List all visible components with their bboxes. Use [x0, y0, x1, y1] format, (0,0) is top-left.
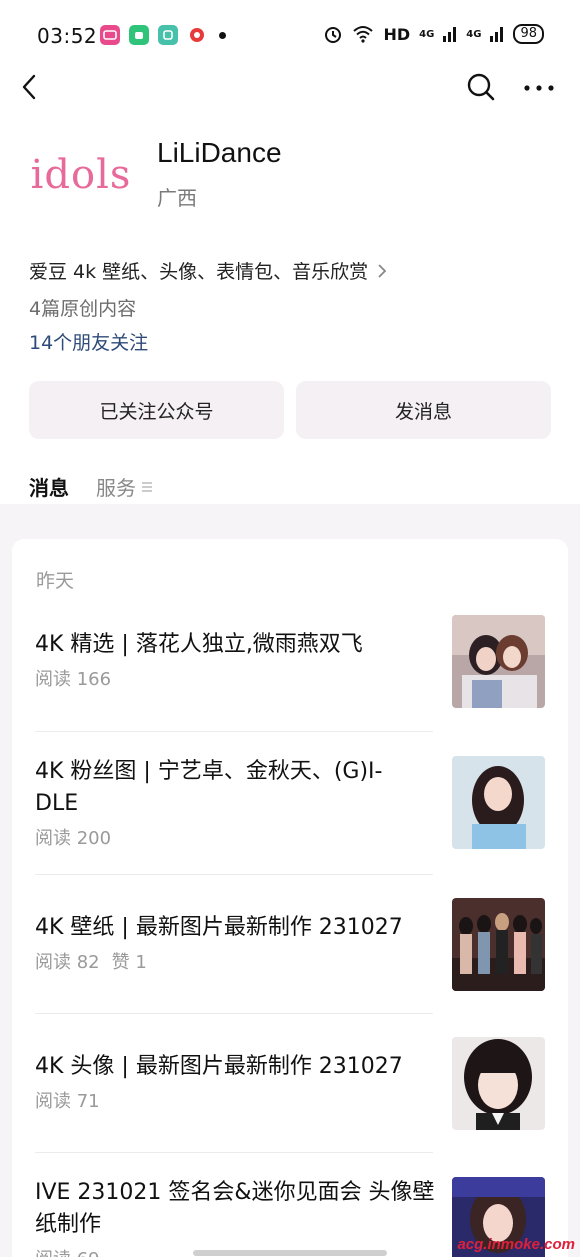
system-icons: HD 4G 4G 98 — [323, 24, 544, 44]
back-icon[interactable] — [18, 72, 42, 102]
article-divider — [35, 874, 433, 875]
article-divider — [35, 731, 433, 732]
article-reads: 阅读 82 — [35, 952, 100, 973]
signal-4g-label: 4G — [419, 28, 435, 40]
article-title: IVE 231021 签名会&迷你见面会 头像壁纸制作 — [35, 1180, 435, 1237]
hd-indicator: HD — [383, 24, 411, 44]
alarm-icon — [325, 27, 342, 43]
description-text: 爱豆 4k 壁纸、头像、表情包、音乐欣赏 — [29, 261, 369, 283]
article-title: 4K 头像 | 最新图片最新制作 231027 — [35, 1054, 403, 1079]
account-name: LiLiDance — [157, 137, 282, 168]
more-notifications-dot — [219, 31, 226, 39]
article-reads: 阅读 69 — [35, 1245, 100, 1257]
article-thumbnail — [452, 615, 545, 708]
home-indicator[interactable] — [193, 1250, 387, 1256]
signal-icon — [443, 27, 457, 42]
send-message-button[interactable]: 发消息 — [296, 381, 551, 439]
app-notification-icon — [129, 25, 149, 45]
friends-following-link[interactable]: 14个朋友关注 — [29, 328, 148, 355]
more-icon[interactable] — [523, 84, 555, 92]
menu-lines-icon — [142, 481, 152, 492]
article-thumbnail — [452, 898, 545, 991]
article-divider — [35, 1013, 433, 1014]
article-title: 4K 精选 | 落花人独立,微雨燕双飞 — [35, 632, 363, 657]
date-label: 昨天 — [36, 570, 75, 592]
article-item[interactable]: 4K 精选 | 落花人独立,微雨燕双飞 阅读 166 — [35, 615, 545, 708]
article-title: 4K 粉丝图 | 宁艺卓、金秋天、(G)I-DLE — [35, 759, 383, 816]
status-time: 03:52 — [37, 24, 98, 48]
chevron-right-icon — [378, 263, 387, 278]
original-content-count: 4篇原创内容 — [29, 298, 137, 320]
watermark: acg.inmoke.com — [457, 1236, 575, 1253]
article-likes: 赞 1 — [111, 952, 147, 973]
article-thumbnail — [452, 1037, 545, 1130]
article-reads: 阅读 200 — [35, 828, 112, 849]
wifi-icon — [353, 26, 374, 43]
account-description[interactable]: 爱豆 4k 壁纸、头像、表情包、音乐欣赏 — [29, 257, 388, 284]
article-reads: 阅读 166 — [35, 669, 112, 690]
account-avatar[interactable]: idols — [29, 140, 133, 210]
followed-account-button[interactable]: 已关注公众号 — [29, 381, 284, 439]
app-notification-icon — [100, 25, 120, 45]
app-notification-icon — [187, 25, 207, 45]
article-reads: 阅读 71 — [35, 1091, 100, 1112]
article-item[interactable]: 4K 粉丝图 | 宁艺卓、金秋天、(G)I-DLE 阅读 200 — [35, 756, 545, 850]
article-divider — [35, 1152, 433, 1153]
article-item[interactable]: 4K 头像 | 最新图片最新制作 231027 阅读 71 — [35, 1037, 545, 1130]
notification-icons — [100, 25, 226, 45]
signal-4g-label: 4G — [466, 28, 482, 40]
signal-icon — [490, 27, 504, 42]
article-title: 4K 壁纸 | 最新图片最新制作 231027 — [35, 915, 403, 940]
article-thumbnail — [452, 756, 545, 849]
tab-services-label: 服务 — [96, 476, 136, 500]
status-bar: 03:52 HD 4G 4G 98 — [0, 0, 580, 70]
account-location: 广西 — [157, 186, 197, 210]
search-icon[interactable] — [466, 72, 496, 102]
battery-indicator: 98 — [513, 24, 544, 44]
article-item[interactable]: 4K 壁纸 | 最新图片最新制作 231027 阅读 82 赞 1 — [35, 898, 545, 991]
avatar-logo-text: idols — [30, 152, 132, 198]
app-notification-icon — [158, 25, 178, 45]
